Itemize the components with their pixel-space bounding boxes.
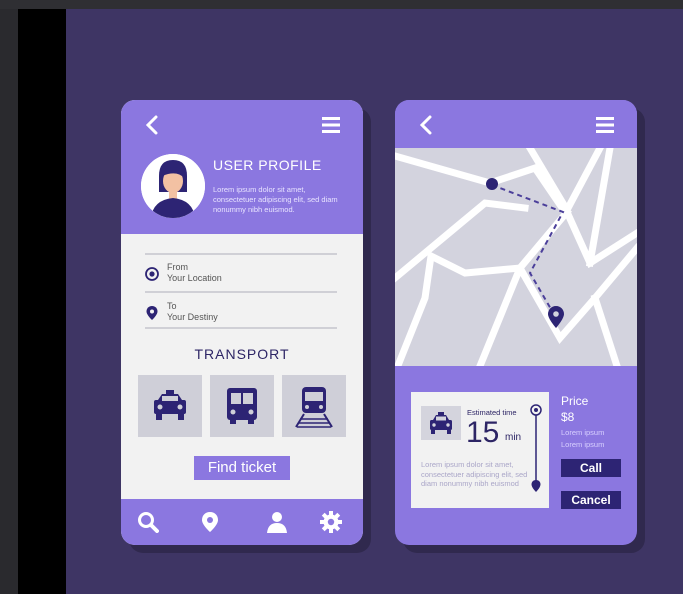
ride-booking-phone: Estimated time 15 min Lorem ipsum dolor … [395,100,637,545]
price-detail-2: Lorem ipsum [561,440,605,449]
route-map[interactable] [395,148,637,366]
price-detail-1: Lorem ipsum [561,428,605,437]
profile-header: USER PROFILE Lorem ipsum dolor sit amet,… [121,100,363,234]
avatar [141,154,205,218]
bottom-nav [121,499,363,545]
search-icon[interactable] [137,511,159,533]
trip-description: Lorem ipsum dolor sit amet, consectetuer… [421,460,528,488]
price-value: $8 [561,410,575,424]
divider [145,327,337,329]
location-pin-icon [146,306,158,320]
taxi-icon [154,390,186,420]
call-button[interactable]: Call [561,459,621,477]
bus-option[interactable] [210,375,274,437]
price-label: Price [561,394,589,408]
train-option[interactable] [282,375,346,437]
taxi-thumbnail [421,406,461,440]
location-pin-icon[interactable] [199,511,221,533]
bus-icon [227,388,257,424]
train-icon [295,387,333,428]
route-timeline-icon [530,404,542,492]
hamburger-menu-icon[interactable] [321,116,341,134]
back-arrow-icon[interactable] [143,114,163,136]
transport-heading: TRANSPORT [194,346,290,362]
taxi-icon [430,412,452,434]
estimated-time-unit: min [505,432,522,443]
profile-title: USER PROFILE [213,157,322,173]
map-header [395,100,637,148]
profile-description: Lorem ipsum dolor sit amet, consectetuer… [213,185,338,214]
left-bar [18,9,66,594]
radio-target-icon [145,267,159,281]
left-margin [0,9,18,594]
divider [145,291,337,293]
to-label: To [167,301,177,311]
from-label: From [167,262,188,272]
cancel-button[interactable]: Cancel [561,491,621,509]
from-value: Your Location [167,273,222,283]
gear-icon[interactable] [320,511,342,533]
taxi-option[interactable] [138,375,202,437]
trip-card: Estimated time 15 min Lorem ipsum dolor … [411,392,549,508]
back-arrow-icon[interactable] [417,114,437,136]
top-strip [0,0,683,9]
from-field[interactable]: From Your Location [145,262,337,292]
hamburger-menu-icon[interactable] [595,116,615,134]
user-icon[interactable] [266,511,288,533]
find-ticket-button[interactable]: Find ticket [194,456,290,480]
to-value: Your Destiny [167,312,218,322]
estimated-time-value: 15 [466,416,500,449]
map-streets [395,148,637,366]
divider [145,253,337,255]
woman-avatar-icon [141,154,205,218]
start-point-icon [486,178,498,190]
user-profile-phone: USER PROFILE Lorem ipsum dolor sit amet,… [121,100,363,545]
